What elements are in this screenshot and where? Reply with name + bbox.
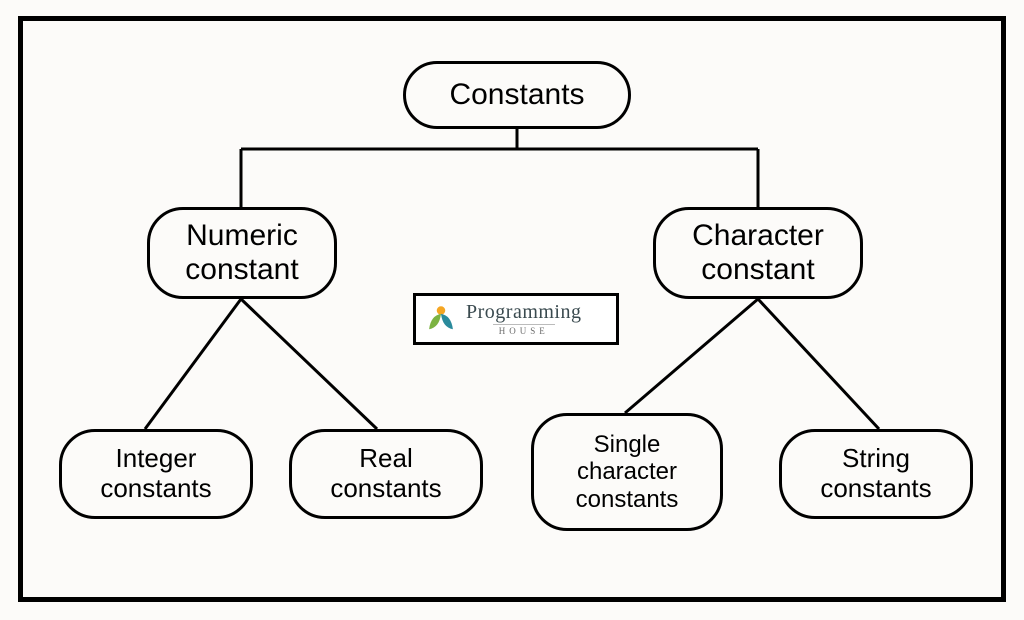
node-real-constants: Realconstants (289, 429, 483, 519)
node-numeric-constant: Numericconstant (147, 207, 337, 299)
node-label: Characterconstant (692, 219, 824, 288)
node-character-constant: Characterconstant (653, 207, 863, 299)
diagram-frame: Constants Numericconstant Characterconst… (18, 16, 1006, 602)
node-constants: Constants (403, 61, 631, 129)
logo-sub-text: HOUSE (493, 324, 555, 336)
node-label: Constants (449, 78, 584, 113)
node-label: Integerconstants (100, 444, 211, 504)
leaf-sun-icon (424, 302, 458, 336)
node-string-constants: Stringconstants (779, 429, 973, 519)
node-label: Numericconstant (185, 219, 298, 288)
node-label: Stringconstants (820, 444, 931, 504)
node-label: Singlecharacterconstants (576, 431, 679, 514)
node-single-character-constants: Singlecharacterconstants (531, 413, 723, 531)
logo-programming-house: Programming HOUSE (413, 293, 619, 345)
node-integer-constants: Integerconstants (59, 429, 253, 519)
logo-main-text: Programming (466, 302, 582, 322)
node-label: Realconstants (330, 444, 441, 504)
